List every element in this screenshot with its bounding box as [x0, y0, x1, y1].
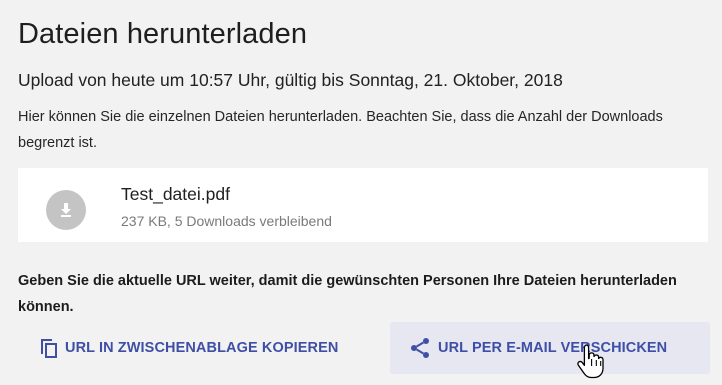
copy-icon [41, 339, 57, 358]
share-instructions: Geben Sie die aktuelle URL weiter, damit… [18, 273, 677, 315]
file-list-item[interactable] [18, 168, 708, 242]
hand-cursor-icon [577, 344, 604, 379]
copy-url-button[interactable]: URL IN ZWISCHENABLAGE KOPIEREN [38, 324, 378, 372]
file-name[interactable]: Test_datei.pdf [121, 184, 230, 205]
upload-info: Upload von heute um 10:57 Uhr, gültig bi… [18, 70, 563, 90]
download-icon[interactable] [46, 190, 86, 230]
download-panel: Dateien herunterladen Upload von heute u… [0, 0, 722, 385]
page-title: Dateien herunterladen [18, 18, 308, 50]
file-meta: 237 KB, 5 Downloads verbleibend [121, 213, 332, 229]
copy-url-label: URL IN ZWISCHENABLAGE KOPIEREN [65, 340, 339, 356]
email-url-label: URL PER E-MAIL VERSCHICKEN [438, 340, 668, 356]
share-icon [411, 338, 429, 358]
description-text: Hier können Sie die einzelnen Dateien he… [18, 109, 663, 151]
email-url-button[interactable]: URL PER E-MAIL VERSCHICKEN [390, 322, 710, 374]
